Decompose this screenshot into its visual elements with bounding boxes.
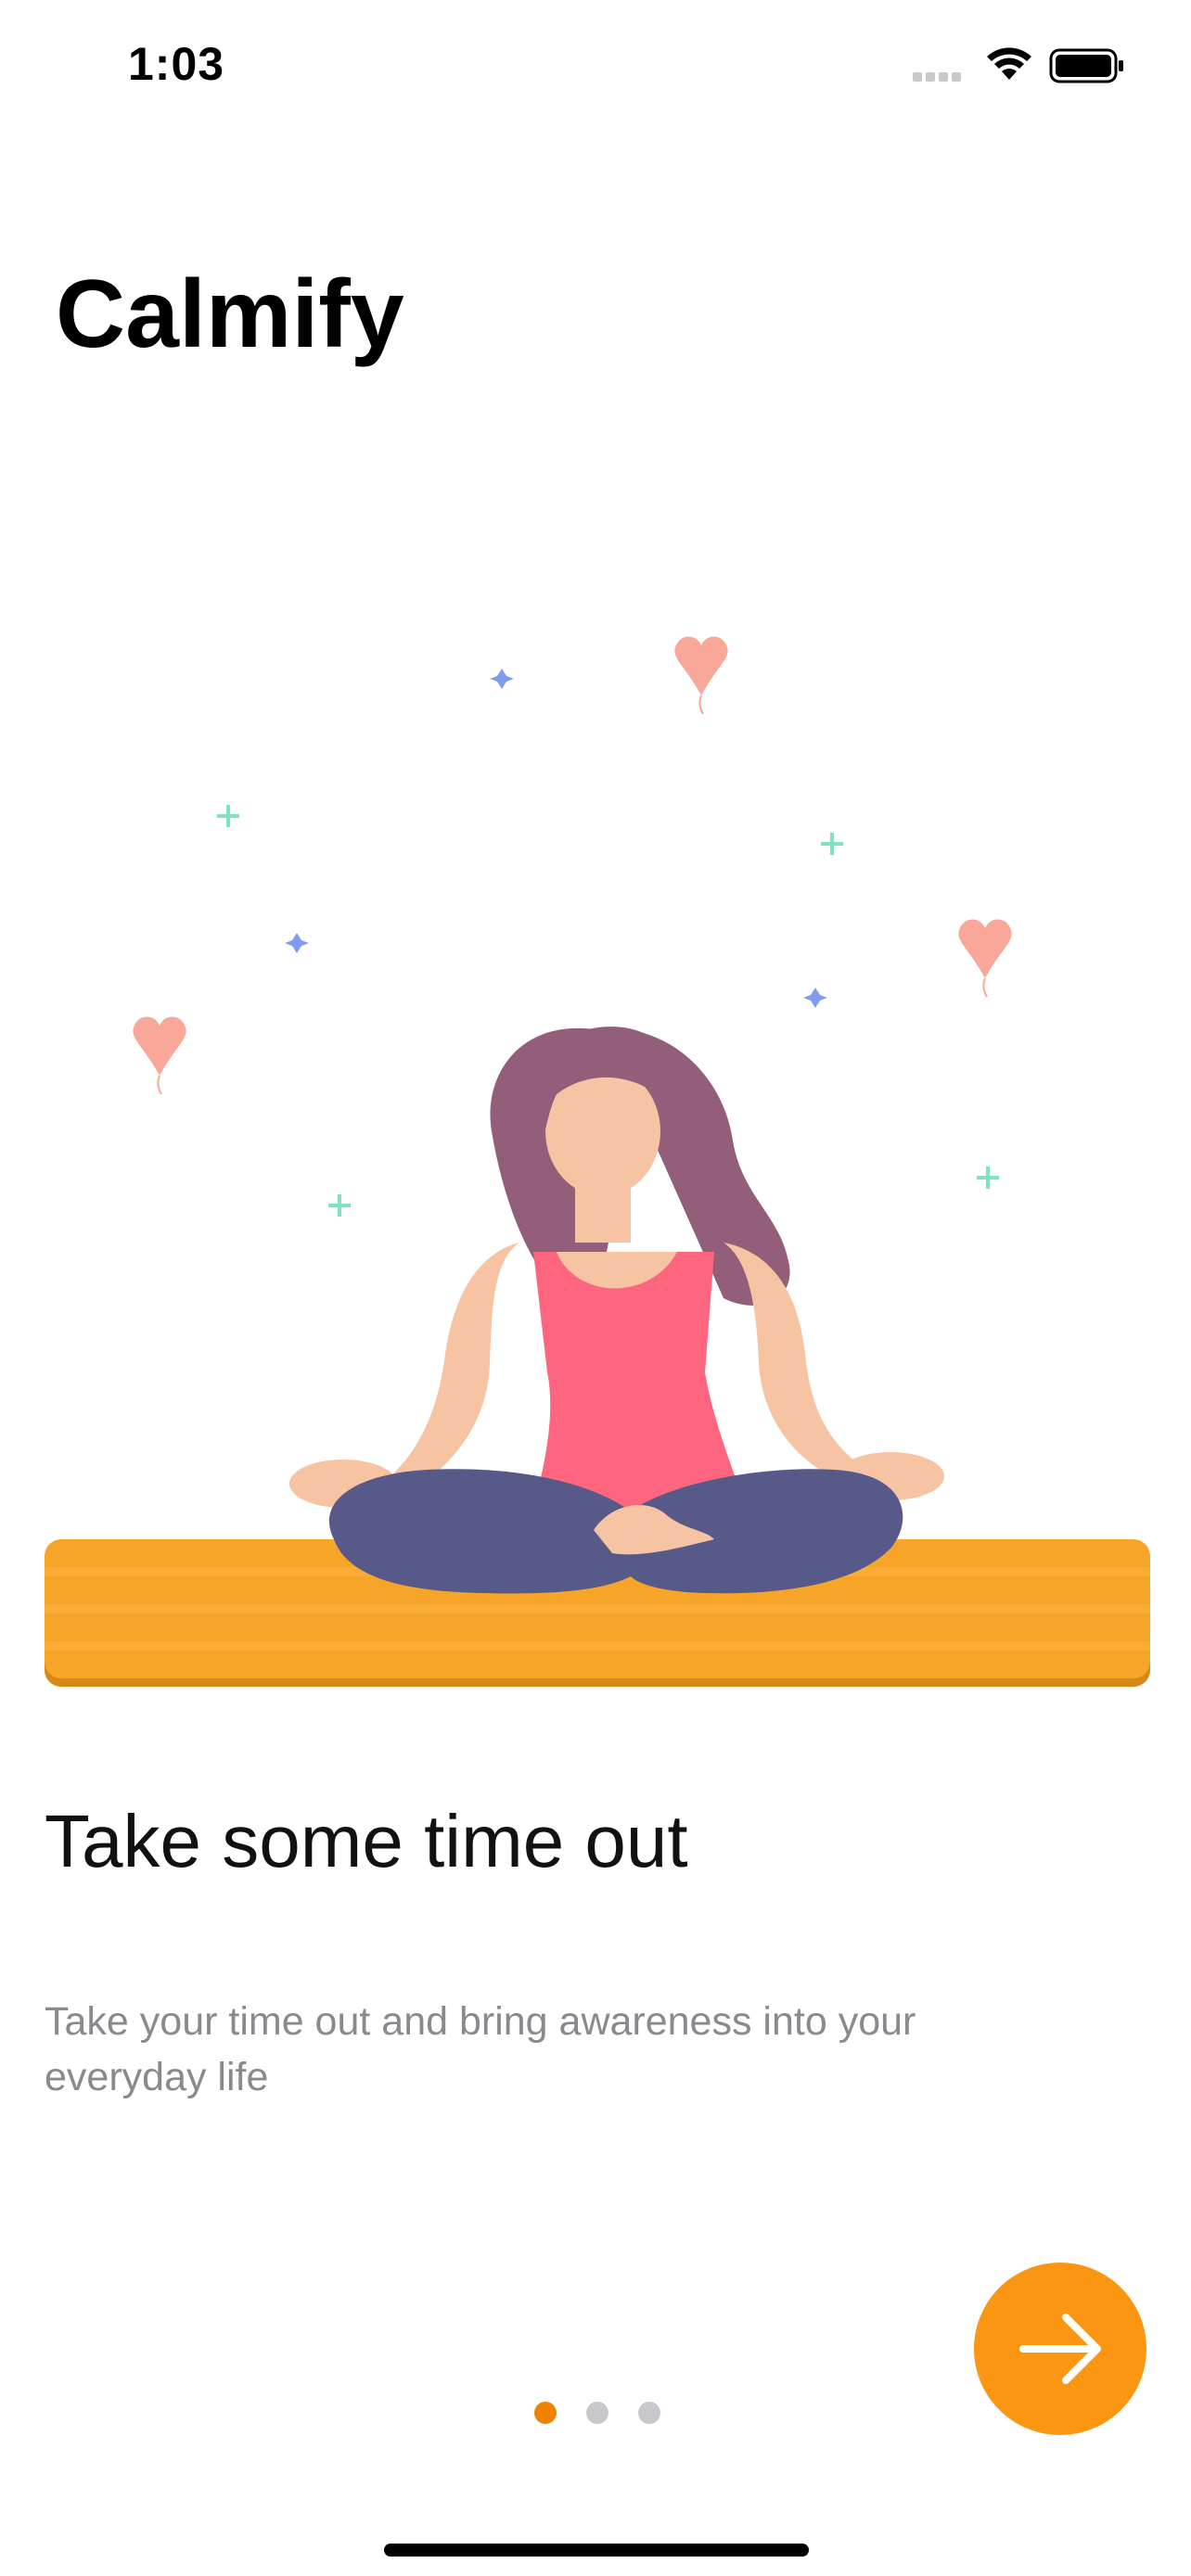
battery-icon: [1049, 48, 1123, 83]
next-button[interactable]: [974, 2263, 1146, 2435]
app-title: Calmify: [56, 261, 404, 368]
wifi-icon: [987, 47, 1031, 80]
status-icons: [913, 45, 1126, 91]
status-time: 1:03: [128, 38, 225, 90]
page-dot-active[interactable]: [534, 2402, 557, 2424]
status-bar: 1:03: [0, 0, 1191, 139]
meditating-woman: [289, 1027, 944, 1594]
onboarding-description: Take your time out and bring awareness i…: [45, 1999, 916, 2099]
page-dot[interactable]: [586, 2402, 608, 2424]
star-sparkle-icon: [285, 669, 827, 1008]
meditation-illustration: [0, 612, 1191, 1688]
page-dot[interactable]: [638, 2402, 660, 2424]
onboarding-title: Take some time out: [45, 1800, 688, 1882]
page-indicator[interactable]: [534, 2402, 660, 2424]
heart-balloon-icon: [958, 919, 1012, 998]
home-indicator[interactable]: [384, 2544, 809, 2557]
arrow-right-icon: [1019, 2314, 1101, 2384]
heart-balloon-icon: [674, 636, 728, 715]
signal-icon: [913, 72, 961, 82]
heart-balloon-icon: [133, 1016, 186, 1095]
